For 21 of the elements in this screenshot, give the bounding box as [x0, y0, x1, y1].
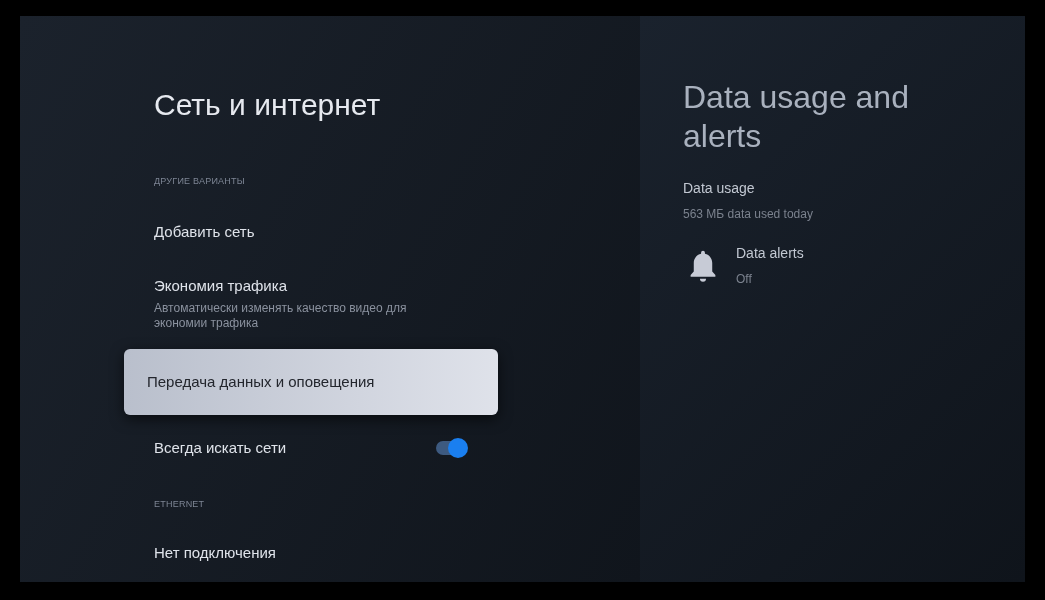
item-label: Добавить сеть	[154, 221, 255, 242]
entry-label: Data alerts	[736, 244, 804, 263]
entry-summary: Off	[736, 271, 753, 288]
item-label: Всегда искать сети	[154, 437, 287, 458]
section-header: ETHERNET	[154, 497, 205, 511]
item-label: Экономия трафика	[154, 276, 288, 297]
item-description: Автоматически изменять качество видео для экономии трафика	[154, 300, 408, 331]
bell-icon	[688, 248, 718, 283]
menu-item[interactable]: Экономия трафика Автоматически изменять качество видео для экономии трафика	[124, 275, 498, 331]
menu-item[interactable]: Нет подключения	[124, 541, 498, 565]
section-header: ДРУГИЕ ВАРИАНТЫ	[154, 174, 245, 188]
menu-item[interactable]: Добавить сеть	[124, 220, 498, 244]
item-label: Передача данных и оповещения	[147, 371, 375, 392]
toggle-switch[interactable]	[434, 438, 468, 458]
menu-item[interactable]: Всегда искать сети	[124, 436, 498, 460]
item-label: Нет подключения	[154, 542, 276, 563]
panel-title: Data usage and alerts	[683, 78, 910, 156]
page-title: Сеть и интернет	[154, 87, 382, 123]
menu-item[interactable]: Передача данных и оповещения	[124, 349, 498, 415]
entry-summary: 563 МБ data used today	[683, 206, 813, 223]
entry-label: Data usage	[683, 179, 756, 198]
